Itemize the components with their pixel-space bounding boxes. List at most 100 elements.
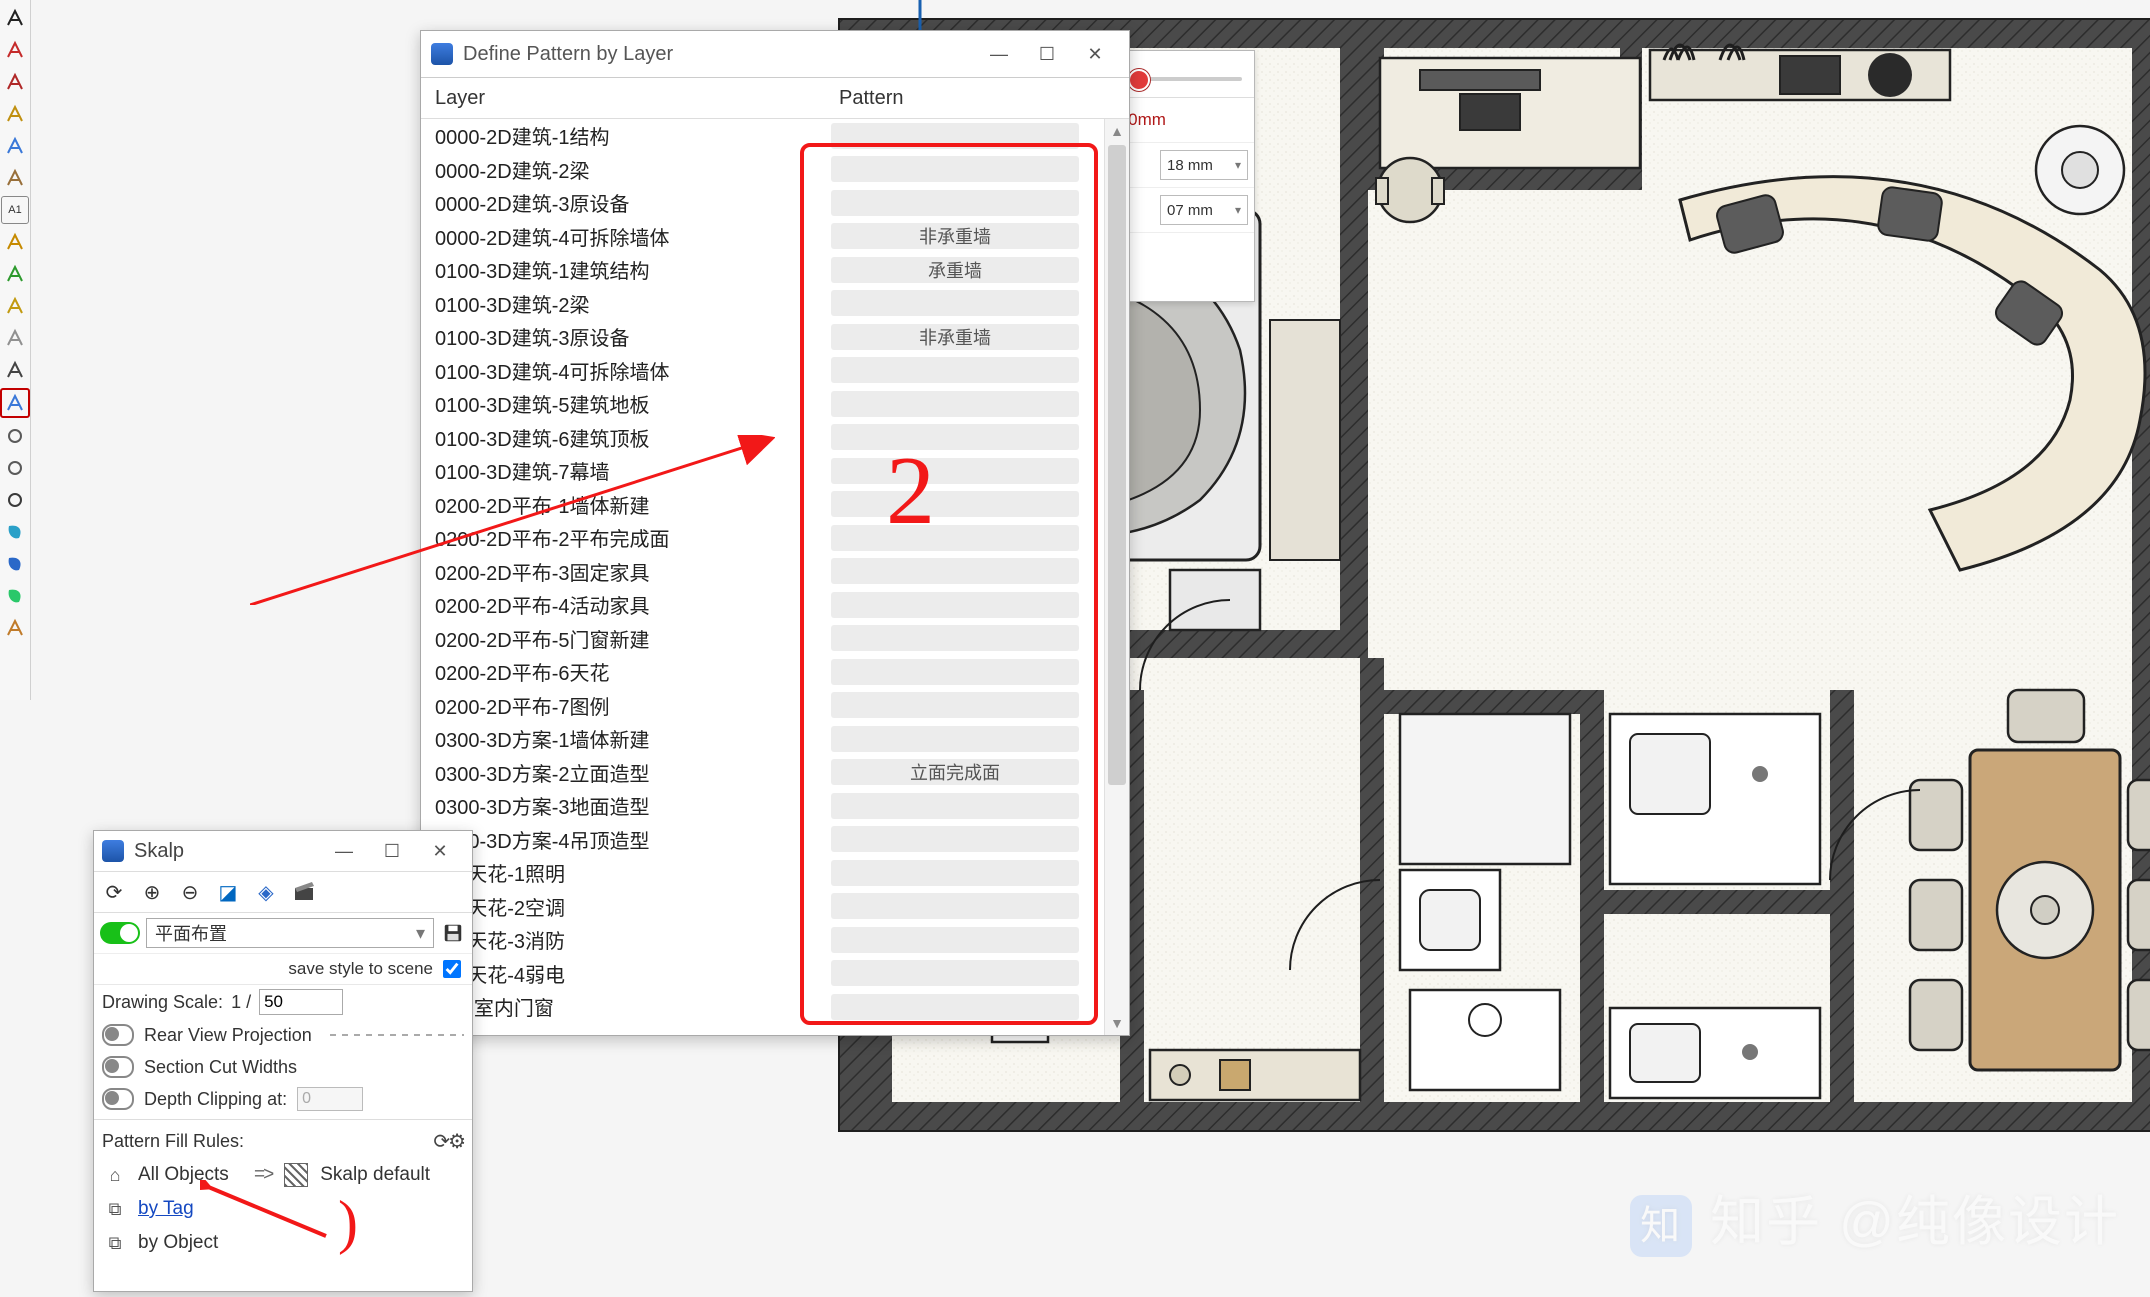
tool-arc[interactable] bbox=[1, 100, 29, 128]
column-header-pattern[interactable]: Pattern bbox=[839, 87, 1129, 110]
scrollbar[interactable]: ▲ ▼ bbox=[1104, 119, 1129, 1035]
layer-pattern-list[interactable]: 0000-2D建筑-1结构0000-2D建筑-2梁0000-2D建筑-3原设备0… bbox=[421, 119, 1105, 1035]
layer-row[interactable]: 0100-3D建筑-6建筑顶板 bbox=[421, 421, 1105, 455]
pattern-cell[interactable] bbox=[831, 592, 1079, 618]
layer-row[interactable]: 0000-2D建筑-2梁 bbox=[421, 153, 1105, 187]
minimize-button[interactable]: — bbox=[975, 38, 1023, 70]
tool-orbit[interactable] bbox=[1, 422, 29, 450]
scroll-thumb[interactable] bbox=[1108, 145, 1126, 785]
pattern-cell[interactable] bbox=[831, 458, 1079, 484]
pattern-cell[interactable] bbox=[831, 927, 1079, 953]
pattern-cell[interactable] bbox=[831, 123, 1079, 149]
tool-style2[interactable] bbox=[1, 550, 29, 578]
tool-pan[interactable] bbox=[1, 454, 29, 482]
layer-row[interactable]: 0100-3D建筑-3原设备非承重墙 bbox=[421, 320, 1105, 354]
layer-row[interactable]: -3D天花-1照明 bbox=[421, 856, 1105, 890]
pattern-cell[interactable] bbox=[831, 793, 1079, 819]
tool-select[interactable] bbox=[1, 4, 29, 32]
pattern-cell[interactable] bbox=[831, 391, 1079, 417]
tool-rotate[interactable] bbox=[1, 260, 29, 288]
save-style-checkbox[interactable] bbox=[443, 960, 461, 978]
minimize-button[interactable]: — bbox=[320, 835, 368, 867]
layer-row[interactable]: -3D天花-4弱电 bbox=[421, 957, 1105, 991]
tool-pushpull[interactable] bbox=[1, 164, 29, 192]
tool-label-a1[interactable]: A1 bbox=[1, 196, 29, 224]
pattern-cell[interactable] bbox=[831, 625, 1079, 651]
tool-text[interactable] bbox=[1, 356, 29, 384]
maximize-button[interactable]: ☐ bbox=[1023, 38, 1071, 70]
tool-zoom[interactable] bbox=[1, 486, 29, 514]
skalp-window[interactable]: Skalp — ☐ ✕ ⟳ ⊕ ⊖ ◪ ◈ 平面布置 save style to… bbox=[93, 830, 473, 1292]
pattern-cell[interactable]: 非承重墙 bbox=[831, 223, 1079, 249]
pattern-cell[interactable] bbox=[831, 726, 1079, 752]
layer-row[interactable]: 0000-2D建筑-4可拆除墙体非承重墙 bbox=[421, 220, 1105, 254]
tool-scale[interactable] bbox=[1, 292, 29, 320]
layer-row[interactable]: 0200-2D平布-1墙体新建 bbox=[421, 488, 1105, 522]
style-square-button[interactable]: ◪ bbox=[214, 878, 242, 906]
window-titlebar[interactable]: Define Pattern by Layer — ☐ ✕ bbox=[421, 31, 1129, 78]
line-width-select[interactable]: 18 mm bbox=[1160, 150, 1248, 180]
pattern-cell[interactable] bbox=[831, 860, 1079, 886]
layer-row[interactable]: -3D天花-3消防 bbox=[421, 923, 1105, 957]
layer-row[interactable]: 0100-3D建筑-5建筑地板 bbox=[421, 387, 1105, 421]
tool-style1[interactable] bbox=[1, 518, 29, 546]
pattern-cell[interactable] bbox=[831, 357, 1079, 383]
pattern-cell[interactable] bbox=[831, 659, 1079, 685]
tool-line[interactable] bbox=[1, 68, 29, 96]
depth-clip-toggle[interactable] bbox=[102, 1088, 134, 1110]
layer-row[interactable]: 0200-2D平布-4活动家具 bbox=[421, 588, 1105, 622]
layer-row[interactable]: 0200-2D平布-2平布完成面 bbox=[421, 521, 1105, 555]
layer-row[interactable]: -3D天花-2空调 bbox=[421, 890, 1105, 924]
close-button[interactable]: ✕ bbox=[1071, 38, 1119, 70]
layer-row[interactable]: 0100-3D建筑-7幕墙 bbox=[421, 454, 1105, 488]
column-header-layer[interactable]: Layer bbox=[421, 87, 839, 110]
pattern-cell[interactable] bbox=[831, 190, 1079, 216]
scroll-down-button[interactable]: ▼ bbox=[1105, 1011, 1129, 1035]
rule-by-tag[interactable]: ⧉ by Tag bbox=[94, 1192, 472, 1226]
scroll-up-button[interactable]: ▲ bbox=[1105, 119, 1129, 143]
layer-row[interactable]: 0300-3D方案-1墙体新建 bbox=[421, 722, 1105, 756]
tool-warehouse[interactable] bbox=[1, 614, 29, 642]
pattern-cell[interactable]: 立面完成面 bbox=[831, 759, 1079, 785]
tool-tape[interactable] bbox=[1, 324, 29, 352]
tool-move[interactable] bbox=[1, 228, 29, 256]
cube-button[interactable]: ◈ bbox=[252, 878, 280, 906]
pattern-cell[interactable] bbox=[831, 893, 1079, 919]
tool-paint[interactable] bbox=[0, 388, 30, 418]
pattern-settings-button[interactable]: ⟳⚙ bbox=[433, 1129, 464, 1154]
rule-by-object[interactable]: ⧉ by Object bbox=[94, 1226, 472, 1260]
pattern-cell[interactable]: 非承重墙 bbox=[831, 324, 1079, 350]
layer-row[interactable]: 0100-3D建筑-2梁 bbox=[421, 287, 1105, 321]
tool-eraser[interactable] bbox=[1, 36, 29, 64]
pattern-cell[interactable] bbox=[831, 692, 1079, 718]
rule-all-objects[interactable]: ⌂ All Objects => Skalp default bbox=[94, 1158, 472, 1192]
layer-row[interactable]: 0300-3D方案-2立面造型立面完成面 bbox=[421, 756, 1105, 790]
layer-row[interactable]: 0200-2D平布-7图例 bbox=[421, 689, 1105, 723]
pattern-cell[interactable]: 承重墙 bbox=[831, 257, 1079, 283]
layer-row[interactable]: 0300-3D方案-3地面造型 bbox=[421, 789, 1105, 823]
layer-row[interactable]: 0200-2D平布-6天花 bbox=[421, 655, 1105, 689]
layer-row[interactable]: 0300-3D方案-4吊顶造型 bbox=[421, 823, 1105, 857]
pattern-cell[interactable] bbox=[831, 156, 1079, 182]
pattern-cell[interactable] bbox=[831, 994, 1079, 1020]
layer-row[interactable]: 0100-3D建筑-1建筑结构承重墙 bbox=[421, 253, 1105, 287]
line-width-select[interactable]: 07 mm bbox=[1160, 195, 1248, 225]
pattern-cell[interactable] bbox=[831, 558, 1079, 584]
section-cut-toggle[interactable] bbox=[102, 1056, 134, 1078]
pattern-cell[interactable] bbox=[831, 290, 1079, 316]
tool-rectangle[interactable] bbox=[1, 132, 29, 160]
style-dropdown[interactable]: 平面布置 bbox=[146, 918, 434, 948]
pattern-cell[interactable] bbox=[831, 525, 1079, 551]
refresh-button[interactable]: ⟳ bbox=[100, 878, 128, 906]
pattern-cell[interactable] bbox=[831, 424, 1079, 450]
layer-row[interactable]: 0200-2D平布-3固定家具 bbox=[421, 555, 1105, 589]
slate-button[interactable] bbox=[290, 878, 318, 906]
layer-row[interactable]: 0000-2D建筑-1结构 bbox=[421, 119, 1105, 153]
close-button[interactable]: ✕ bbox=[416, 835, 464, 867]
pattern-cell[interactable] bbox=[831, 491, 1079, 517]
define-pattern-by-layer-window[interactable]: Define Pattern by Layer — ☐ ✕ Layer Patt… bbox=[420, 30, 1130, 1036]
pattern-cell[interactable] bbox=[831, 826, 1079, 852]
rear-view-toggle[interactable] bbox=[102, 1024, 134, 1046]
maximize-button[interactable]: ☐ bbox=[368, 835, 416, 867]
layer-row[interactable]: 0000-2D建筑-3原设备 bbox=[421, 186, 1105, 220]
